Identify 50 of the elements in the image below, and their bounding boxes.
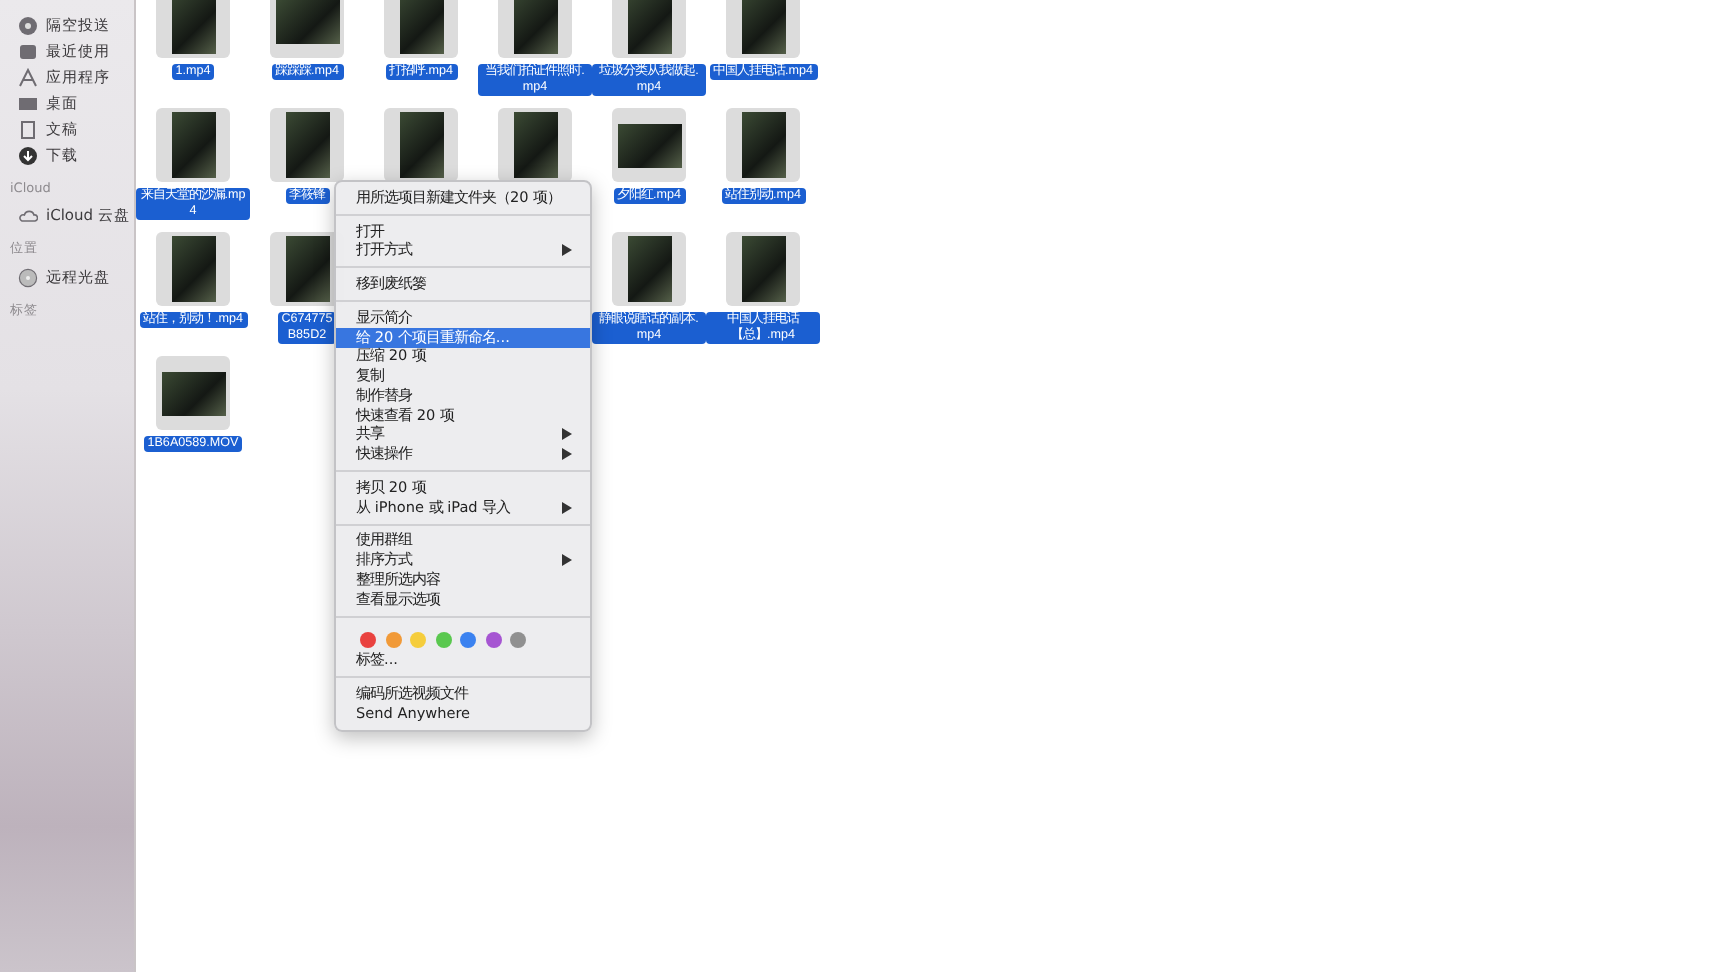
photo-placeholder [171,236,215,302]
photo-placeholder [513,0,557,54]
video-thumbnail[interactable] [270,108,344,182]
photo-placeholder [171,112,215,178]
photo-placeholder [627,236,671,302]
video-thumbnail[interactable] [612,0,686,58]
photo-placeholder [513,112,557,178]
tag-dot[interactable] [485,631,501,647]
apps-icon [18,67,38,87]
video-thumbnail[interactable] [726,108,800,182]
photo-placeholder [285,112,329,178]
video-thumbnail[interactable] [498,108,572,182]
video-thumbnail[interactable] [156,232,230,306]
photo-placeholder [627,0,671,54]
photo-placeholder [741,112,785,178]
tag-dot[interactable] [460,631,476,647]
video-thumbnail[interactable] [156,108,230,182]
video-thumbnail[interactable] [612,232,686,306]
video-thumbnail[interactable] [156,356,230,430]
video-thumbnail[interactable] [384,108,458,182]
video-thumbnail[interactable] [612,108,686,182]
tag-dot[interactable] [360,631,376,647]
photo-placeholder [171,0,215,54]
photo-placeholder [741,0,785,54]
desktop-icon [18,93,38,113]
photo-placeholder [617,123,681,167]
disc-icon [18,267,38,287]
photo-placeholder [399,112,443,178]
video-thumbnail[interactable] [498,0,572,58]
video-thumbnail[interactable] [384,0,458,58]
submenu-arrow-icon [562,244,572,257]
document-icon [18,119,38,139]
tag-dot[interactable] [510,631,526,647]
tag-dot[interactable] [410,631,426,647]
cloud-icon [18,205,38,225]
video-thumbnail[interactable] [726,0,800,58]
video-thumbnail[interactable] [270,0,344,58]
tag-dot[interactable] [435,631,451,647]
submenu-arrow-icon [562,501,572,514]
video-thumbnail[interactable] [156,0,230,58]
photo-placeholder [399,0,443,54]
photo-placeholder [275,0,339,43]
photo-placeholder [741,236,785,302]
video-thumbnail[interactable] [726,232,800,306]
download-icon [18,145,38,165]
tag-dot[interactable] [385,631,401,647]
submenu-arrow-icon [562,554,572,567]
airdrop-icon [18,15,38,35]
photo-placeholder [285,236,329,302]
photo-placeholder [161,371,225,415]
